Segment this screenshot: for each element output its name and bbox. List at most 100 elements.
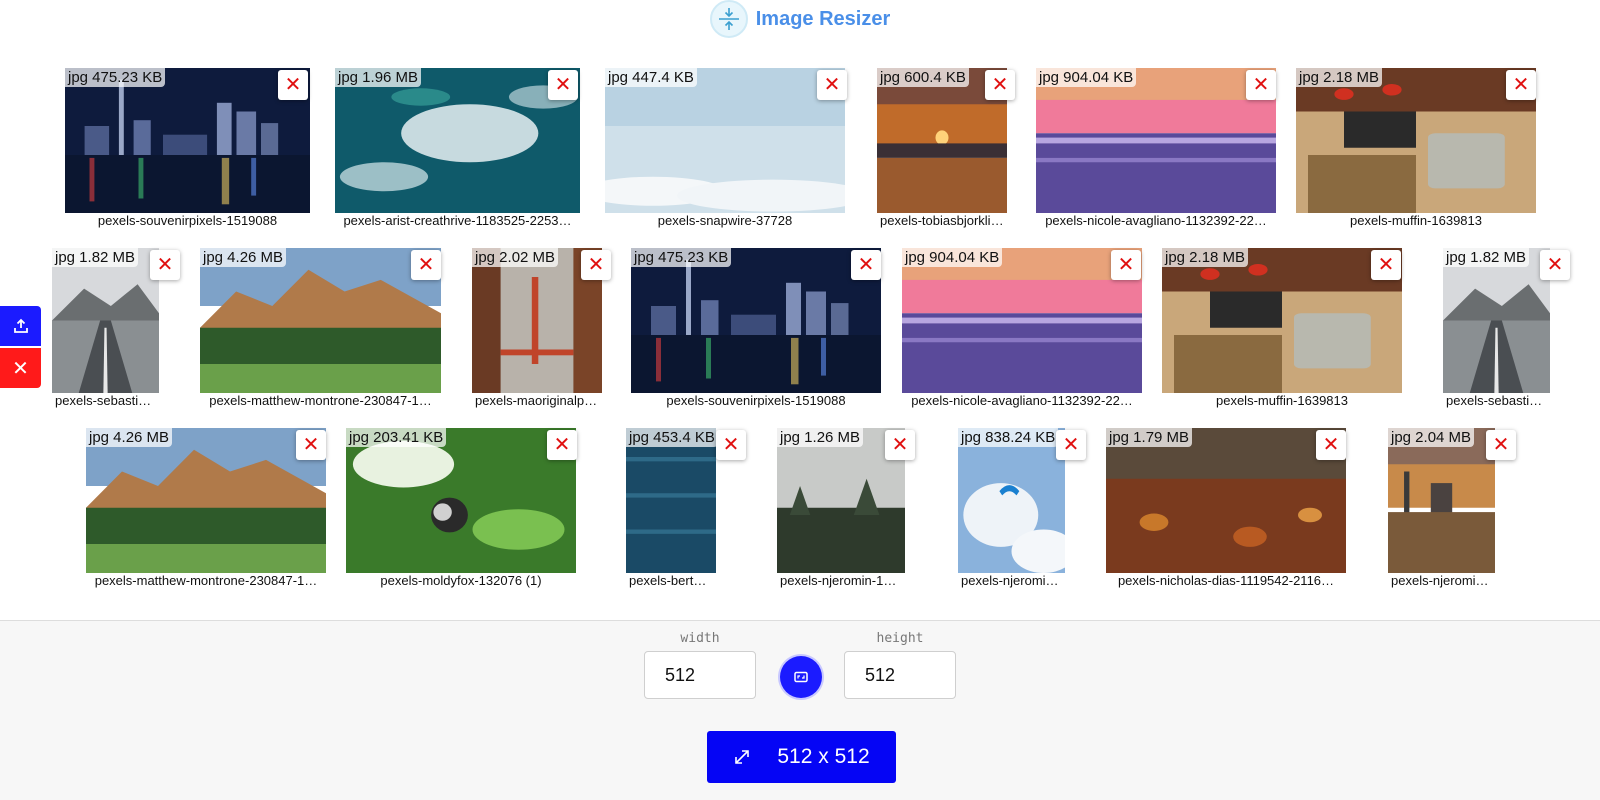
image-thumbnail xyxy=(1296,68,1536,213)
image-thumbnail xyxy=(1106,428,1346,573)
remove-image-button[interactable]: ✕ xyxy=(1486,430,1516,460)
image-meta: jpg 203.41 KB xyxy=(346,428,447,447)
image-thumbnail xyxy=(346,428,576,573)
image-thumbnail xyxy=(86,428,326,573)
image-filename: pexels-sebastian-pal… xyxy=(52,393,159,409)
image-gallery: jpg 475.23 KB pexels-souvenirpixels-1519… xyxy=(0,0,1600,620)
image-meta: jpg 475.23 KB xyxy=(65,68,166,87)
image-card: jpg 2.18 MB pexels-muffin-1639813 ✕ xyxy=(1162,248,1402,409)
image-thumbnail xyxy=(52,248,159,393)
remove-image-button[interactable]: ✕ xyxy=(817,70,847,100)
image-thumbnail xyxy=(605,68,845,213)
resize-controls: width height 512 x 512 xyxy=(0,620,1600,800)
aspect-ratio-toggle[interactable] xyxy=(780,656,822,698)
image-card: jpg 447.4 KB pexels-snapwire-37728 ✕ xyxy=(605,68,847,229)
image-card: jpg 600.4 KB pexels-tobiasbjorkli-2… ✕ xyxy=(877,68,1015,229)
image-filename: pexels-njeromin-1503… xyxy=(1388,573,1495,589)
image-meta: jpg 447.4 KB xyxy=(605,68,697,87)
image-filename: pexels-njeromin-1940… xyxy=(958,573,1065,589)
image-card: jpg 475.23 KB pexels-souvenirpixels-1519… xyxy=(631,248,881,409)
remove-image-button[interactable]: ✕ xyxy=(1246,70,1276,100)
image-thumbnail xyxy=(1036,68,1276,213)
image-meta: jpg 2.18 MB xyxy=(1162,248,1249,267)
remove-image-button[interactable]: ✕ xyxy=(885,430,915,460)
remove-image-button[interactable]: ✕ xyxy=(985,70,1015,100)
remove-image-button[interactable]: ✕ xyxy=(278,70,308,100)
remove-image-button[interactable]: ✕ xyxy=(1056,430,1086,460)
remove-image-button[interactable]: ✕ xyxy=(1506,70,1536,100)
image-meta: jpg 1.26 MB xyxy=(777,428,864,447)
image-filename: pexels-souvenirpixels-1519088 xyxy=(631,393,881,409)
image-thumbnail xyxy=(958,428,1065,573)
image-meta: jpg 600.4 KB xyxy=(877,68,969,87)
image-filename: pexels-muffin-1639813 xyxy=(1296,213,1536,229)
image-thumbnail xyxy=(335,68,580,213)
image-filename: pexels-nicole-avagliano-1132392-22… xyxy=(1036,213,1276,229)
image-meta: jpg 1.79 MB xyxy=(1106,428,1193,447)
image-card: jpg 2.02 MB pexels-maoriginalpho… ✕ xyxy=(472,248,611,409)
image-thumbnail xyxy=(1388,428,1495,573)
image-thumbnail xyxy=(1162,248,1402,393)
image-thumbnail xyxy=(1443,248,1550,393)
image-filename: pexels-nicole-avagliano-1132392-22… xyxy=(902,393,1142,409)
image-card: jpg 475.23 KB pexels-souvenirpixels-1519… xyxy=(65,68,310,229)
image-filename: pexels-muffin-1639813 xyxy=(1162,393,1402,409)
height-input[interactable] xyxy=(844,651,956,699)
close-icon: ✕ xyxy=(12,357,29,380)
remove-image-button[interactable]: ✕ xyxy=(1371,250,1401,280)
remove-image-button[interactable]: ✕ xyxy=(411,250,441,280)
image-meta: jpg 475.23 KB xyxy=(631,248,732,267)
image-thumbnail xyxy=(626,428,716,573)
image-meta: jpg 1.82 MB xyxy=(52,248,139,267)
image-thumbnail xyxy=(902,248,1142,393)
remove-image-button[interactable]: ✕ xyxy=(1111,250,1141,280)
image-meta: jpg 4.26 MB xyxy=(200,248,287,267)
image-filename: pexels-sebastian-pal… xyxy=(1443,393,1550,409)
image-meta: jpg 1.96 MB xyxy=(335,68,422,87)
upload-icon xyxy=(13,318,28,333)
remove-image-button[interactable]: ✕ xyxy=(1540,250,1570,280)
image-card: jpg 4.26 MB pexels-matthew-montrone-2308… xyxy=(200,248,441,409)
image-meta: jpg 1.82 MB xyxy=(1443,248,1530,267)
clear-all-button[interactable]: ✕ xyxy=(0,348,41,388)
remove-image-button[interactable]: ✕ xyxy=(581,250,611,280)
image-filename: pexels-njeromin-1898… xyxy=(777,573,905,589)
remove-image-button[interactable]: ✕ xyxy=(547,430,577,460)
image-filename: pexels-tobiasbjorkli-2… xyxy=(877,213,1007,229)
image-meta: jpg 2.02 MB xyxy=(472,248,559,267)
image-card: jpg 2.18 MB pexels-muffin-1639813 ✕ xyxy=(1296,68,1536,229)
image-thumbnail xyxy=(65,68,310,213)
image-filename: pexels-moldyfox-132076 (1) xyxy=(346,573,576,589)
remove-image-button[interactable]: ✕ xyxy=(296,430,326,460)
remove-image-button[interactable]: ✕ xyxy=(851,250,881,280)
aspect-ratio-icon xyxy=(794,671,808,683)
resize-button-label: 512 x 512 xyxy=(777,745,870,768)
image-filename: pexels-snapwire-37728 xyxy=(605,213,845,229)
image-meta: jpg 904.04 KB xyxy=(902,248,1003,267)
image-meta: jpg 453.4 KB xyxy=(626,428,718,447)
upload-button[interactable] xyxy=(0,306,41,346)
image-card: jpg 1.96 MB pexels-arist-creathrive-1183… xyxy=(335,68,580,229)
remove-image-button[interactable]: ✕ xyxy=(716,430,746,460)
image-meta: jpg 4.26 MB xyxy=(86,428,173,447)
image-card: jpg 1.82 MB pexels-sebastian-pal… ✕ xyxy=(1443,248,1570,409)
remove-image-button[interactable]: ✕ xyxy=(150,250,180,280)
image-card: jpg 1.26 MB pexels-njeromin-1898… ✕ xyxy=(777,428,915,589)
remove-image-button[interactable]: ✕ xyxy=(1316,430,1346,460)
remove-image-button[interactable]: ✕ xyxy=(548,70,578,100)
image-card: jpg 904.04 KB pexels-nicole-avagliano-11… xyxy=(902,248,1142,409)
image-card: jpg 904.04 KB pexels-nicole-avagliano-11… xyxy=(1036,68,1276,229)
image-meta: jpg 838.24 KB xyxy=(958,428,1059,447)
width-input[interactable] xyxy=(644,651,756,699)
image-meta: jpg 2.18 MB xyxy=(1296,68,1383,87)
image-card: jpg 453.4 KB pexels-bertellifotograf… ✕ xyxy=(626,428,746,589)
image-thumbnail xyxy=(200,248,441,393)
image-filename: pexels-souvenirpixels-1519088 xyxy=(65,213,310,229)
image-card: jpg 1.82 MB pexels-sebastian-pal… ✕ xyxy=(52,248,180,409)
resize-button[interactable]: 512 x 512 xyxy=(707,731,896,783)
image-card: jpg 4.26 MB pexels-matthew-montrone-2308… xyxy=(86,428,326,589)
expand-arrows-icon xyxy=(735,750,750,764)
image-filename: pexels-bertellifotograf… xyxy=(626,573,716,589)
image-filename: pexels-nicholas-dias-1119542-2116… xyxy=(1106,573,1346,589)
image-card: jpg 838.24 KB pexels-njeromin-1940… ✕ xyxy=(958,428,1086,589)
